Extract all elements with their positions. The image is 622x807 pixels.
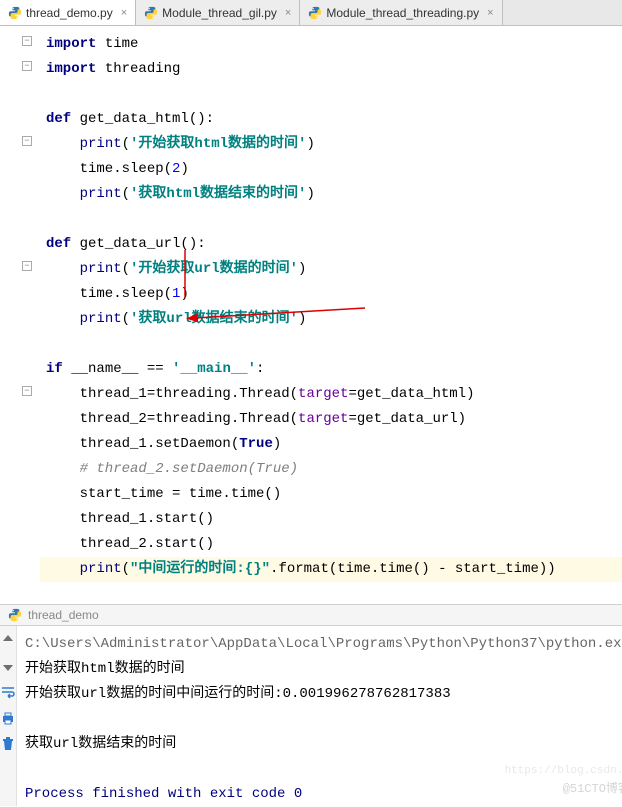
python-file-icon xyxy=(308,6,322,20)
tab-label: thread_demo.py xyxy=(26,6,113,20)
console-line xyxy=(25,757,622,782)
tab-label: Module_thread_threading.py xyxy=(326,6,479,20)
editor-tabs: thread_demo.py × Module_thread_gil.py × … xyxy=(0,0,622,26)
code-line[interactable]: start_time = time.time() xyxy=(40,482,622,507)
console-line xyxy=(25,707,622,732)
python-file-icon xyxy=(8,608,22,622)
code-line[interactable]: print('开始获取url数据的时间') xyxy=(40,257,622,282)
console-line: 开始获取html数据的时间 xyxy=(25,657,622,682)
run-tool-window: C:\Users\Administrator\AppData\Local\Pro… xyxy=(0,626,622,806)
code-line[interactable]: def get_data_url(): xyxy=(40,232,622,257)
console-line: 获取url数据结束的时间 xyxy=(25,732,622,757)
fold-icon[interactable]: − xyxy=(22,136,32,146)
tab-thread-demo[interactable]: thread_demo.py × xyxy=(0,0,136,25)
close-icon[interactable]: × xyxy=(121,7,127,19)
console-line: C:\Users\Administrator\AppData\Local\Pro… xyxy=(25,632,622,657)
code-line[interactable]: if __name__ == '__main__': xyxy=(40,357,622,382)
code-line[interactable]: thread_1=threading.Thread(target=get_dat… xyxy=(40,382,622,407)
tab-module-gil[interactable]: Module_thread_gil.py × xyxy=(136,0,300,25)
tab-label: Module_thread_gil.py xyxy=(162,6,277,20)
fold-icon[interactable]: − xyxy=(22,261,32,271)
code-line[interactable]: thread_2.start() xyxy=(40,532,622,557)
console-output[interactable]: C:\Users\Administrator\AppData\Local\Pro… xyxy=(17,626,622,806)
code-line[interactable]: # thread_2.setDaemon(True) xyxy=(40,457,622,482)
code-line[interactable]: import time xyxy=(40,32,622,57)
close-icon[interactable]: × xyxy=(285,7,291,19)
trash-icon[interactable] xyxy=(0,736,16,752)
code-line[interactable]: thread_1.start() xyxy=(40,507,622,532)
code-line[interactable]: import threading xyxy=(40,57,622,82)
code-line[interactable]: time.sleep(1) xyxy=(40,282,622,307)
fold-icon[interactable]: − xyxy=(22,61,32,71)
python-file-icon xyxy=(144,6,158,20)
fold-icon[interactable]: − xyxy=(22,36,32,46)
close-icon[interactable]: × xyxy=(487,7,493,19)
tab-module-threading[interactable]: Module_thread_threading.py × xyxy=(300,0,502,25)
code-line[interactable] xyxy=(40,332,622,357)
code-line[interactable] xyxy=(40,207,622,232)
scroll-down-icon[interactable] xyxy=(0,658,16,674)
code-line[interactable]: print('开始获取html数据的时间') xyxy=(40,132,622,157)
console-toolbar xyxy=(0,626,17,806)
print-icon[interactable] xyxy=(0,710,16,726)
code-editor[interactable]: − − − − − import time import threading d… xyxy=(0,26,622,604)
code-line[interactable]: print("中间运行的时间:{}".format(time.time() - … xyxy=(40,557,622,582)
console-line: Process finished with exit code 0 xyxy=(25,782,622,807)
code-line[interactable]: thread_1.setDaemon(True) xyxy=(40,432,622,457)
breadcrumb: thread_demo xyxy=(0,604,622,626)
soft-wrap-icon[interactable] xyxy=(0,684,16,700)
scroll-up-icon[interactable] xyxy=(0,632,16,648)
code-line[interactable]: time.sleep(2) xyxy=(40,157,622,182)
code-line[interactable]: def get_data_html(): xyxy=(40,107,622,132)
code-line[interactable] xyxy=(40,82,622,107)
python-file-icon xyxy=(8,6,22,20)
console-line: 开始获取url数据的时间中间运行的时间:0.001996278762817383 xyxy=(25,682,622,707)
code-line[interactable]: thread_2=threading.Thread(target=get_dat… xyxy=(40,407,622,432)
breadcrumb-label: thread_demo xyxy=(28,608,99,622)
code-line[interactable]: print('获取url数据结束的时间') xyxy=(40,307,622,332)
fold-icon[interactable]: − xyxy=(22,386,32,396)
code-line[interactable]: print('获取html数据结束的时间') xyxy=(40,182,622,207)
